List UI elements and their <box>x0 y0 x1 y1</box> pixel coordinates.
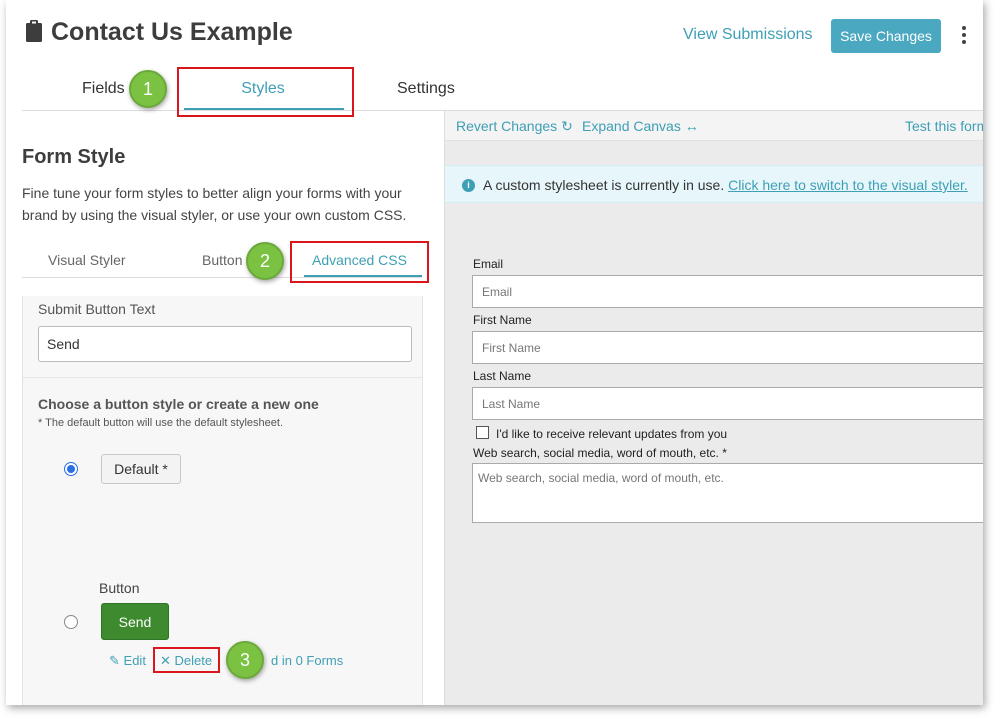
button-settings-panel: Submit Button Text Choose a button style… <box>22 296 423 705</box>
submit-button-text-label: Submit Button Text <box>38 301 156 317</box>
switch-visual-styler-link[interactable]: Click here to switch to the visual style… <box>728 177 968 193</box>
expand-arrows-icon: ↔ <box>684 118 699 134</box>
canvas-toolbar: Revert Changes ↻ Expand Canvas ↔ Test th… <box>445 111 983 141</box>
page-header: Contact Us Example View Submissions Save… <box>6 0 983 68</box>
first-name-field[interactable] <box>472 331 983 364</box>
tab-settings[interactable]: Settings <box>397 80 455 98</box>
form-style-heading: Form Style <box>22 146 126 168</box>
step-badge: 2 <box>246 242 284 280</box>
edit-icon: ✎ <box>109 653 120 668</box>
default-button-radio[interactable] <box>64 462 78 476</box>
email-label: Email <box>473 257 504 271</box>
view-submissions-link[interactable]: View Submissions <box>683 26 813 44</box>
custom-button-radio[interactable] <box>64 615 78 629</box>
revert-label: Revert Changes <box>456 118 558 134</box>
updates-checkbox-label: I'd like to receive relevant updates fro… <box>496 427 728 441</box>
updates-checkbox[interactable] <box>476 426 489 439</box>
button-style-heading: Choose a button style or create a new on… <box>38 396 319 412</box>
custom-button-caption: Button <box>99 580 140 596</box>
tab-button[interactable]: Button <box>202 252 242 268</box>
app-window: Contact Us Example View Submissions Save… <box>6 0 983 705</box>
expand-label: Expand Canvas <box>582 118 681 134</box>
page-title: Contact Us Example <box>51 18 293 46</box>
submit-button-text-input[interactable] <box>38 326 412 362</box>
test-form-link[interactable]: Test this form <box>905 118 983 134</box>
expand-canvas-link[interactable]: Expand Canvas ↔ <box>582 118 699 134</box>
revert-changes-link[interactable]: Revert Changes ↻ <box>456 118 573 135</box>
tab-visual-styler[interactable]: Visual Styler <box>48 252 126 268</box>
default-button-preview[interactable]: Default * <box>101 454 181 484</box>
source-label: Web search, social media, word of mouth,… <box>473 446 727 460</box>
refresh-icon: ↻ <box>561 118 573 134</box>
preview-canvas: Revert Changes ↻ Expand Canvas ↔ Test th… <box>444 111 983 705</box>
highlight-advanced-css-tab <box>290 241 429 283</box>
highlight-styles-tab <box>177 67 354 117</box>
button-style-note: * The default button will use the defaul… <box>38 417 284 429</box>
step-badge: 1 <box>129 70 167 108</box>
more-options-icon[interactable] <box>958 26 970 48</box>
usage-count-link[interactable]: d in 0 Forms <box>271 653 343 668</box>
submit-button-section: Submit Button Text <box>23 296 422 378</box>
edit-button-link[interactable]: ✎ Edit <box>109 653 146 669</box>
source-textarea[interactable] <box>472 463 983 523</box>
form-style-description: Fine tune your form styles to better ali… <box>22 185 407 223</box>
email-field[interactable] <box>472 275 983 308</box>
send-button-preview[interactable]: Send <box>101 603 169 640</box>
step-badge: 3 <box>226 641 264 679</box>
save-changes-button[interactable]: Save Changes <box>831 19 941 53</box>
clipboard-icon <box>26 20 42 42</box>
edit-label: Edit <box>123 653 146 668</box>
last-name-label: Last Name <box>473 369 532 383</box>
last-name-field[interactable] <box>472 387 983 420</box>
first-name-label: First Name <box>473 313 532 327</box>
highlight-delete-link <box>153 647 220 673</box>
custom-stylesheet-notice: i A custom stylesheet is currently in us… <box>445 165 983 203</box>
info-icon: i <box>462 179 475 192</box>
notice-text: A custom stylesheet is currently in use. <box>483 177 725 193</box>
tab-fields[interactable]: Fields <box>82 80 125 98</box>
